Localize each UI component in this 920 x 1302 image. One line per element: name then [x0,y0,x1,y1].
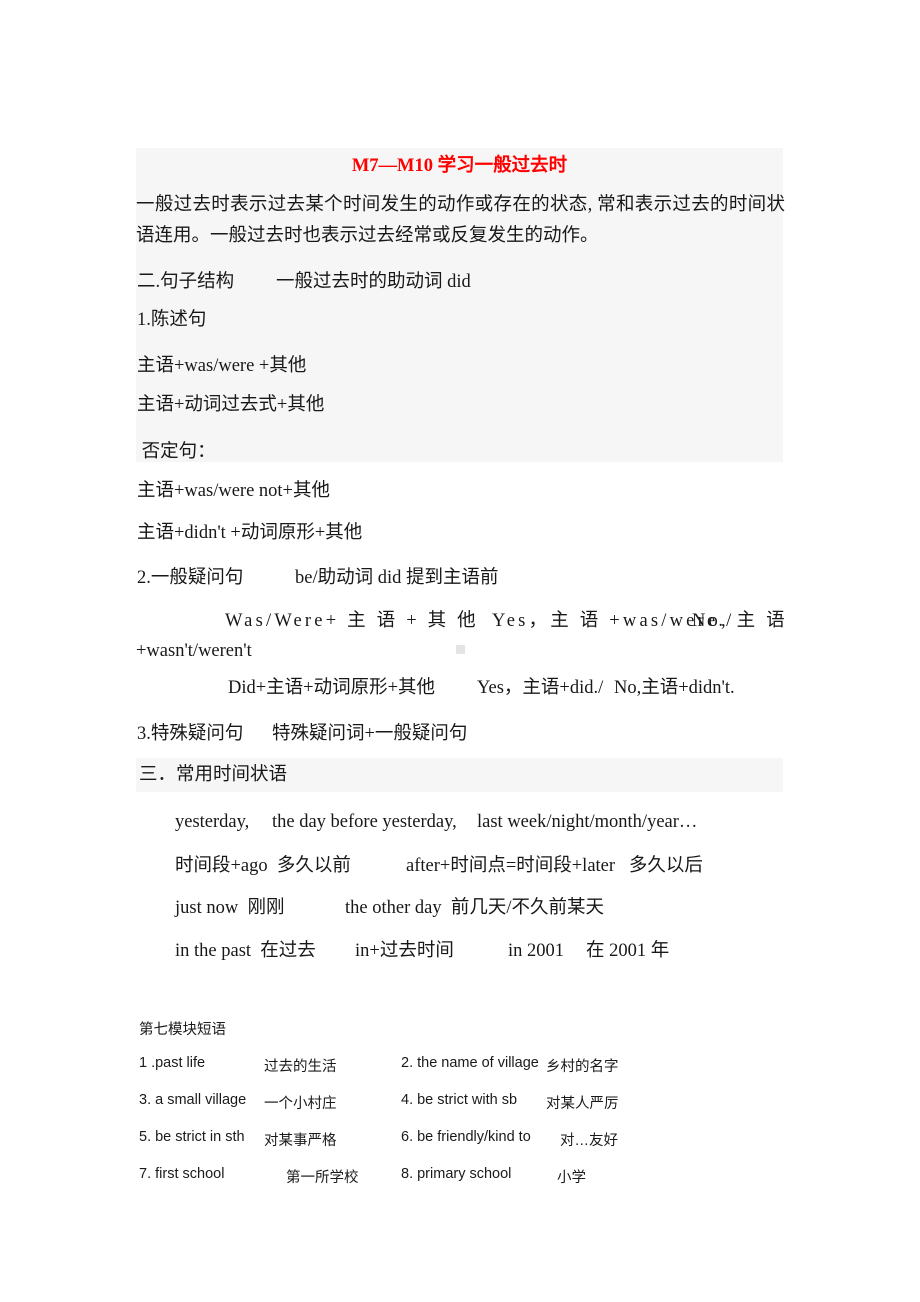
declarative-pattern-1: 主语+was/were +其他 [137,356,307,376]
negative-pattern-1: 主语+was/were not+其他 [137,481,330,501]
phrase-left-translation: 第一所学校 [286,1170,359,1186]
structure-heading-note: 一般过去时的助动词 did [276,272,471,292]
phrase-left-translation: 一个小村庄 [264,1096,337,1112]
time-line-2-b: after+时间点=时间段+later 多久以后 [406,856,703,876]
intro-paragraph: 一般过去时表示过去某个时间发生的动作或存在的状态, 常和表示过去的时间状语连用。… [136,195,785,246]
text-layer: M7—M10 学习一般过去时 一般过去时表示过去某个时间发生的动作或存在的状态,… [0,0,920,1302]
time-line-3-a: just now 刚刚 [175,898,285,918]
negative-pattern-2: 主语+didn't +动词原形+其他 [137,523,363,543]
time-line-1-b: the day before yesterday, [272,812,457,832]
phrase-left-text: 7. first school [139,1166,225,1182]
time-line-1-a: yesterday, [175,812,250,832]
negative-label: 否定句： [137,442,216,462]
structure-heading: 二.句子结构 [137,272,235,292]
time-line-2-a: 时间段+ago 多久以前 [175,856,351,876]
phrase-left-text: 1 .past life [139,1055,206,1071]
phrase-right-translation: 乡村的名字 [546,1059,619,1075]
time-line-3-b: the other day 前几天/不久前某天 [345,898,604,918]
phrase-left-translation: 过去的生活 [264,1059,337,1075]
phrase-right-text: 2. the name of village [401,1055,539,1071]
phrases-heading: 第七模块短语 [139,1022,226,1038]
declarative-pattern-2: 主语+动词过去式+其他 [137,395,325,415]
special-question-note: 特殊疑问词+一般疑问句 [272,724,468,744]
did-question-pattern: Did+主语+动词原形+其他 [228,678,436,698]
time-adverbials-heading: 三．常用时间状语 [139,765,288,785]
page-title: M7—M10 学习一般过去时 [351,156,568,176]
document-page: M7—M10 学习一般过去时 一般过去时表示过去某个时间发生的动作或存在的状态,… [0,0,920,1302]
did-answer-yes: Yes，主语+did./ [477,678,604,698]
time-line-4-a: in the past 在过去 [175,941,316,961]
phrase-left-text: 5. be strict in sth [139,1129,245,1145]
phrase-left-text: 3. a small village [139,1092,247,1108]
general-question-note: be/助动词 did 提到主语前 [295,568,499,588]
phrase-left-translation: 对某事严格 [264,1133,337,1149]
did-answer-no: No,主语+didn't. [614,678,735,698]
phrase-right-text: 4. be strict with sb [401,1092,518,1108]
be-answer-no-head: No, 主 语 [692,611,788,631]
special-question-label: 3.特殊疑问句 [137,724,244,744]
time-line-4-c: in 2001 [508,941,565,961]
be-answer-no-tail: +wasn't/weren't [136,641,252,661]
time-line-4-b: in+过去时间 [355,941,454,961]
declarative-label: 1.陈述句 [137,310,207,330]
phrase-right-translation: 对…友好 [560,1133,618,1149]
be-question-pattern: Was/Were+ 主 语 + 其 他 [225,611,479,631]
general-question-label: 2.一般疑问句 [137,568,244,588]
phrase-right-text: 6. be friendly/kind to [401,1129,531,1145]
phrase-right-translation: 小学 [557,1170,586,1186]
phrase-right-text: 8. primary school [401,1166,512,1182]
phrase-right-translation: 对某人严厉 [546,1096,619,1112]
time-line-1-c: last week/night/month/year… [477,812,698,832]
time-line-4-d: 在 2001 年 [586,941,670,961]
